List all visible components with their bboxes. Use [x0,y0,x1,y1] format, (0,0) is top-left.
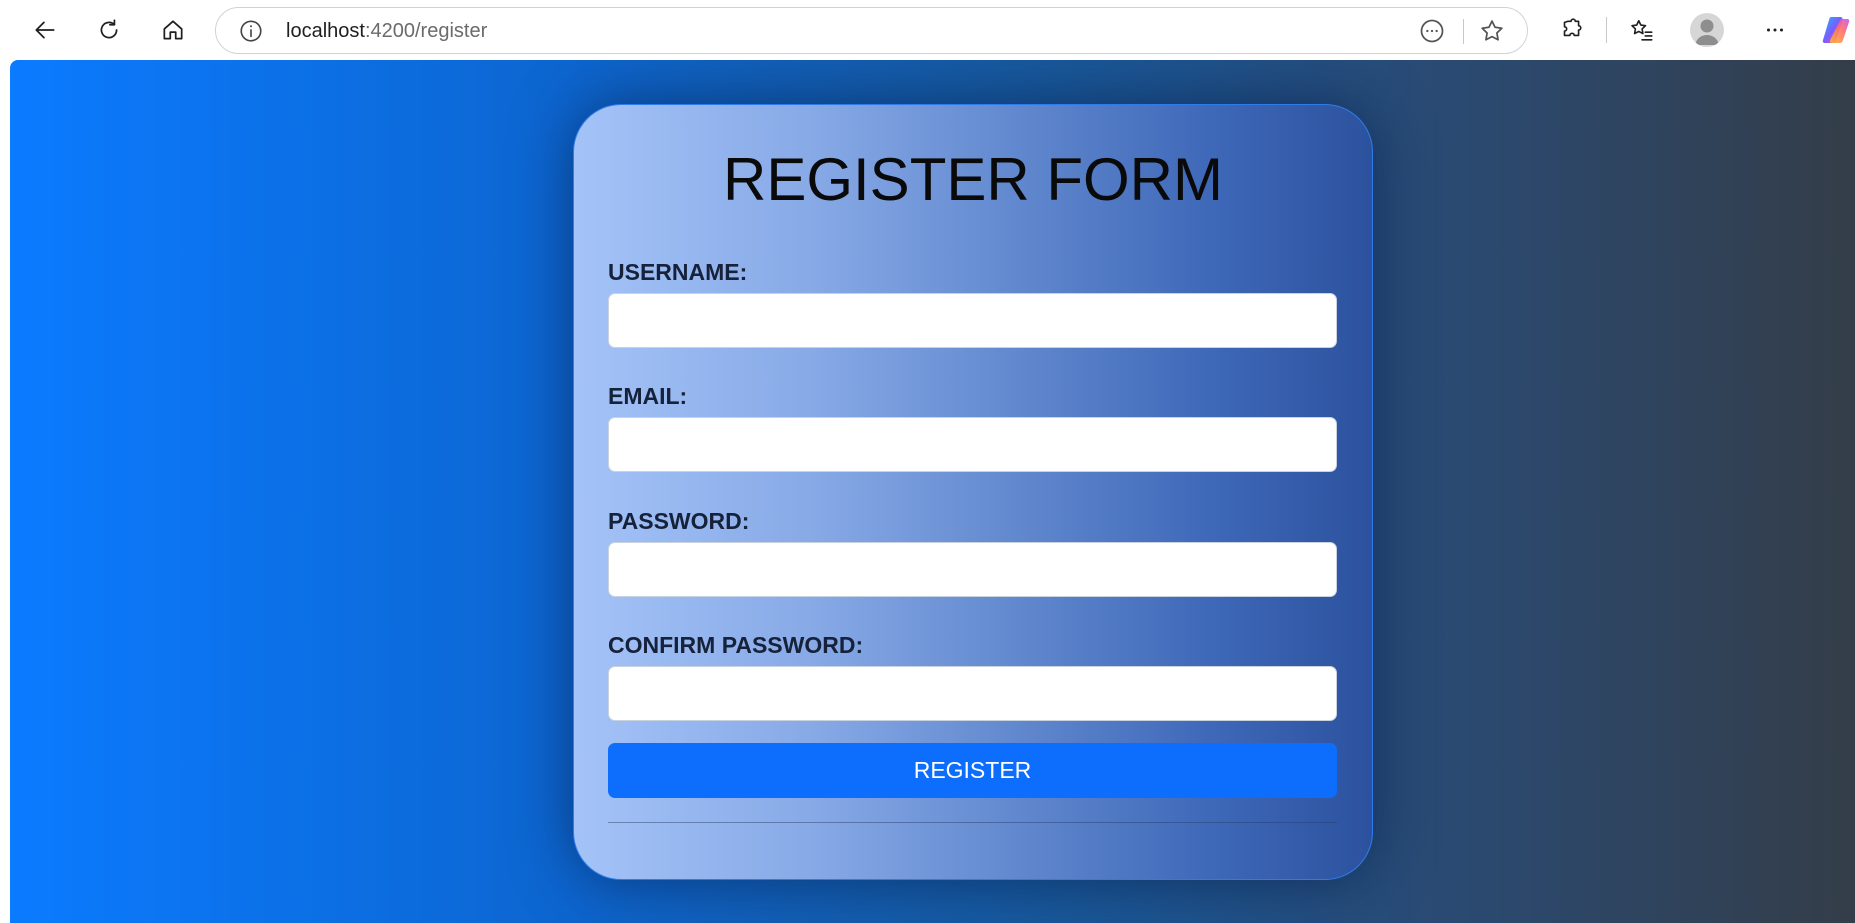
form-divider [608,822,1337,823]
form-title: REGISTER FORM [722,146,1223,213]
copilot-icon[interactable] [1820,14,1852,46]
email-label: EMAIL: [608,383,688,409]
refresh-icon [100,19,118,39]
address-bar[interactable]: localhost:4200/register [215,7,1528,54]
profile-avatar[interactable] [1690,13,1724,47]
refresh-button[interactable] [89,10,129,50]
ellipsis-icon [1766,28,1784,32]
username-input[interactable] [608,293,1337,348]
register-form-card: REGISTER FORM USERNAME: EMAIL: PASSWORD:… [573,104,1373,880]
browser-toolbar: localhost:4200/register [0,0,1855,60]
register-button[interactable]: REGISTER [608,743,1337,798]
password-input[interactable] [608,542,1337,597]
confirm-password-input[interactable] [608,666,1337,721]
url-path: :4200/register [364,20,488,42]
toolbar-divider [1606,17,1607,43]
extensions-button[interactable] [1551,10,1591,50]
url-host: localhost [286,20,365,42]
puzzle-icon [1563,18,1582,37]
favorites-list-icon [1631,19,1653,41]
favorite-star-icon[interactable] [1478,17,1506,45]
back-button[interactable] [25,10,65,50]
favorites-button[interactable] [1622,10,1662,50]
url-text: localhost:4200/register [286,19,487,43]
username-label: USERNAME: [608,259,748,285]
email-input[interactable] [608,417,1337,472]
more-options-button[interactable] [1755,10,1795,50]
arrow-left-icon [35,21,55,39]
person-icon [1695,19,1719,45]
address-bar-divider [1463,19,1464,44]
home-button[interactable] [153,10,193,50]
confirm-password-label: CONFIRM PASSWORD: [608,632,864,658]
info-icon[interactable] [238,18,264,44]
home-icon [163,20,183,40]
page-viewport: REGISTER FORM USERNAME: EMAIL: PASSWORD:… [10,60,1855,923]
password-label: PASSWORD: [608,508,750,534]
reading-view-icon[interactable] [1418,17,1446,45]
